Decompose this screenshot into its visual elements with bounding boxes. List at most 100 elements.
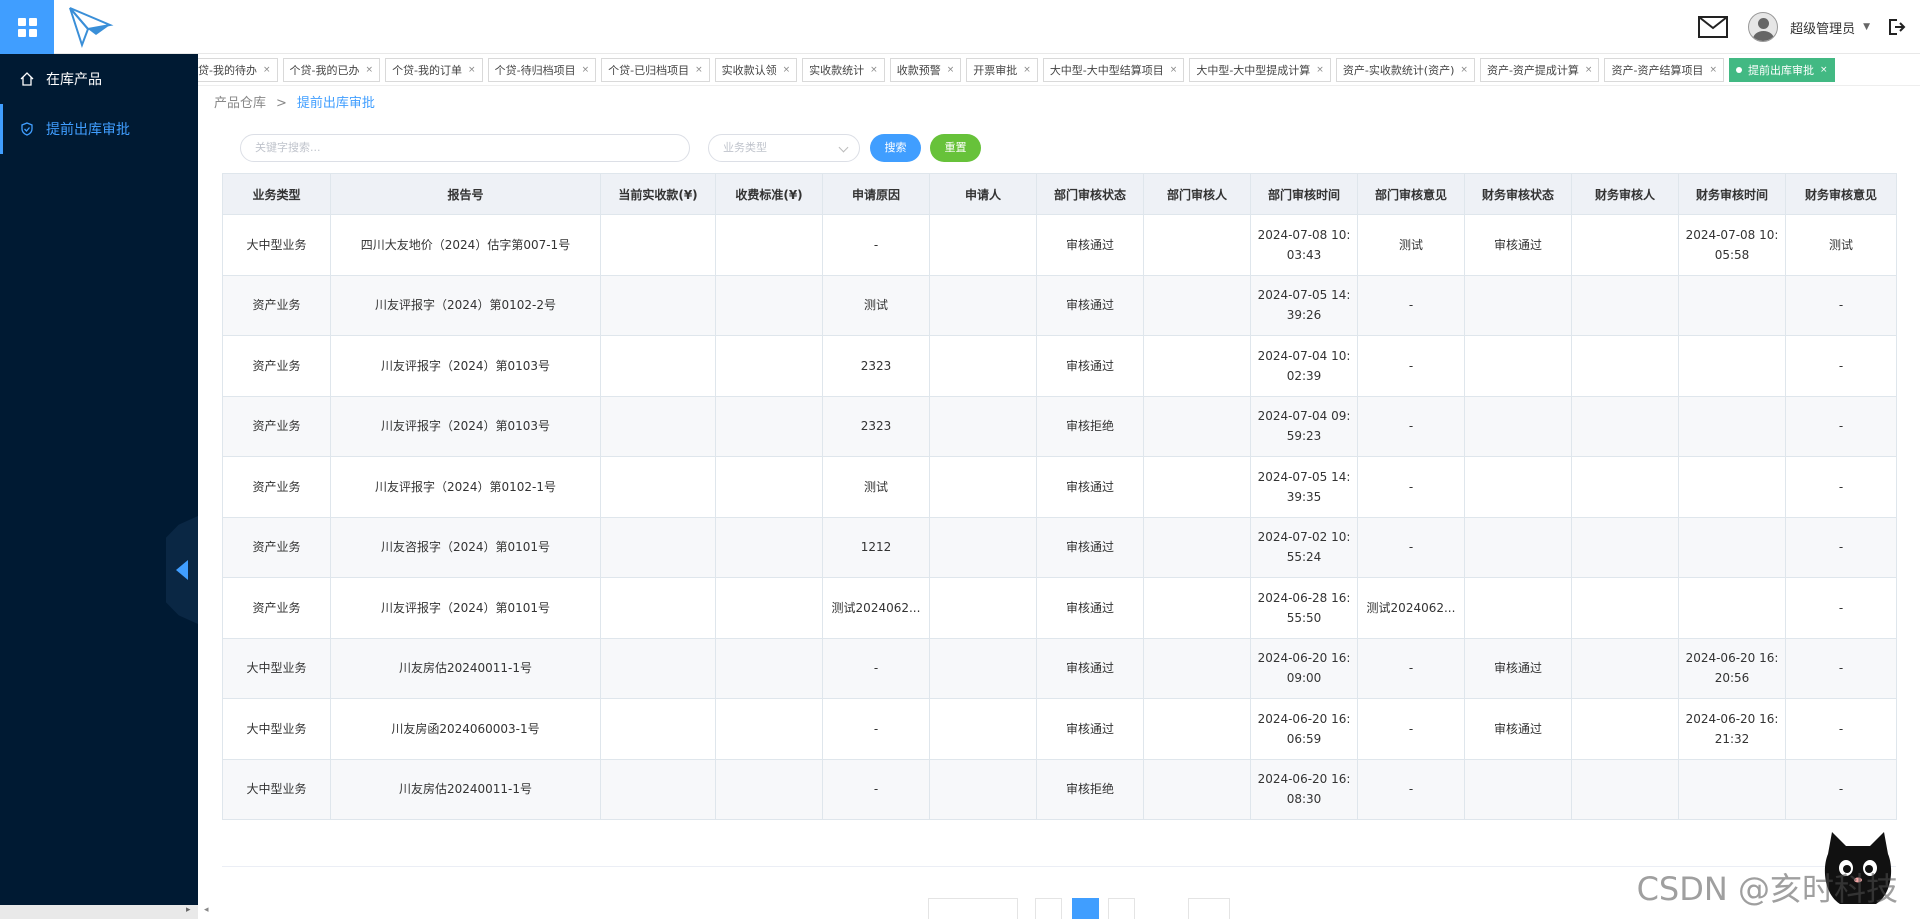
table-cell: 2024-07-04 10:02:39: [1250, 335, 1358, 397]
tab-item[interactable]: 大中型-大中型结算项目 ×: [1042, 58, 1185, 82]
table-row[interactable]: 资产业务 川友评报字（2024）第0102-2号 测试 审核通过 2024-07-05 …: [222, 274, 1897, 336]
keyword-search-input[interactable]: 关键字搜索...: [240, 134, 690, 162]
tab-item[interactable]: 实收款认领 ×: [714, 58, 798, 82]
page-button-current[interactable]: [1072, 898, 1099, 919]
tab-item[interactable]: 个贷-已归档项目 ×: [601, 58, 710, 82]
scroll-left-icon[interactable]: ◂: [204, 905, 209, 915]
breadcrumb-parent[interactable]: 产品仓库: [214, 96, 266, 111]
close-icon[interactable]: ×: [263, 65, 271, 75]
sidebar-item-label: 提前出库审批: [46, 122, 130, 138]
tab-item-active[interactable]: 提前出库审批 ×: [1728, 58, 1835, 82]
close-icon[interactable]: ×: [1820, 65, 1828, 75]
chevron-down-icon[interactable]: ▼: [1863, 22, 1870, 32]
sidebar-item-label: 在库产品: [46, 72, 102, 88]
table-cell: [600, 456, 716, 518]
table-row[interactable]: 资产业务 川友评报字（2024）第0101号 测试2024062... 审核通过 202…: [222, 577, 1897, 639]
table-cell: -: [1357, 335, 1465, 397]
close-icon[interactable]: ×: [1316, 65, 1324, 75]
tab-item[interactable]: 资产-实收款统计(资产) ×: [1335, 58, 1475, 82]
table-cell: [1571, 335, 1679, 397]
mail-icon[interactable]: [1698, 16, 1729, 38]
sidebar-item-early-release[interactable]: 提前出库审批: [0, 104, 198, 154]
app-grid-button[interactable]: [0, 0, 54, 54]
table-cell: -: [822, 214, 930, 276]
table-cell: -: [1357, 637, 1465, 699]
table-cell: 测试: [1357, 214, 1465, 276]
table-cell: -: [1785, 637, 1897, 699]
column-header: 申请原因: [822, 173, 930, 215]
breadcrumb-current: 提前出库审批: [296, 96, 375, 111]
logout-icon[interactable]: [1888, 18, 1906, 36]
table-cell: [1464, 516, 1572, 578]
close-icon[interactable]: ×: [366, 65, 374, 75]
table-cell: [1678, 335, 1786, 397]
table-cell: 大中型业务: [222, 214, 331, 276]
table-row[interactable]: 资产业务 川友咨报字（2024）第0101号 1212 审核通过 2024-07-02 …: [222, 516, 1897, 578]
table-cell: 2024-06-20 16:08:30: [1250, 758, 1358, 820]
sidebar-collapse-button[interactable]: [166, 516, 198, 624]
username[interactable]: 超级管理员: [1790, 18, 1855, 37]
table-cell: [929, 456, 1037, 518]
tab-item[interactable]: 个贷-我的已办 ×: [282, 58, 381, 82]
close-icon[interactable]: ×: [468, 65, 476, 75]
table-cell: [1143, 577, 1251, 639]
table-cell: 审核通过: [1036, 335, 1144, 397]
table-cell: 2024-07-08 10:03:43: [1250, 214, 1358, 276]
page-size-select[interactable]: [928, 898, 1018, 919]
table-cell: 资产业务: [222, 274, 331, 336]
tab-item[interactable]: 资产-资产提成计算 ×: [1479, 58, 1600, 82]
table-row[interactable]: 大中型业务 川友房估20240011-1号 - 审核通过 2024-06-20 16:0…: [222, 637, 1897, 699]
table-cell: -: [1357, 516, 1465, 578]
close-icon[interactable]: ×: [783, 65, 791, 75]
table-row[interactable]: 资产业务 川友评报字（2024）第0102-1号 测试 审核通过 2024-07-05 …: [222, 456, 1897, 518]
table-cell: -: [1785, 274, 1897, 336]
close-icon[interactable]: ×: [1023, 65, 1031, 75]
close-icon[interactable]: ×: [582, 65, 590, 75]
tab-item[interactable]: 开票审批 ×: [966, 58, 1038, 82]
horizontal-scrollbar[interactable]: ▸ ◂: [0, 905, 209, 919]
scroll-right-icon[interactable]: ▸: [186, 905, 191, 915]
tab-item[interactable]: 贷-我的待办 ×: [198, 58, 278, 82]
tab-item[interactable]: 个贷-待归档项目 ×: [487, 58, 597, 82]
table-cell: 审核通过: [1036, 577, 1144, 639]
tab-item[interactable]: 实收款统计 ×: [802, 58, 885, 82]
table-cell: 测试2024062...: [1357, 577, 1465, 639]
table-cell: [1464, 395, 1572, 457]
table-cell: -: [1785, 698, 1897, 760]
close-icon[interactable]: ×: [1170, 65, 1178, 75]
table-cell: [1571, 274, 1679, 336]
table-row[interactable]: 资产业务 川友评报字（2024）第0103号 2323 审核通过 2024-07-04 …: [222, 335, 1897, 397]
close-icon[interactable]: ×: [1585, 65, 1593, 75]
table-cell: 2024-06-20 16:21:32: [1678, 698, 1786, 760]
table-row[interactable]: 大中型业务 川友房估20240011-1号 - 审核拒绝 2024-06-20 16:0…: [222, 758, 1897, 820]
tab-item[interactable]: 大中型-大中型提成计算 ×: [1189, 58, 1331, 82]
sidebar-item-in-stock[interactable]: 在库产品: [0, 54, 198, 104]
reset-button[interactable]: 重置: [930, 134, 981, 162]
next-page-button[interactable]: [1108, 898, 1135, 919]
table-row[interactable]: 大中型业务 川友房函2024060003-1号 - 审核通过 2024-06-20 16…: [222, 698, 1897, 760]
close-icon[interactable]: ×: [947, 65, 955, 75]
table-cell: [1143, 274, 1251, 336]
column-header: 部门审核时间: [1250, 173, 1358, 215]
avatar[interactable]: [1748, 12, 1779, 42]
page-jump-input[interactable]: [1188, 898, 1230, 919]
close-icon[interactable]: ×: [1709, 65, 1717, 75]
tab-item[interactable]: 收款预警 ×: [889, 58, 962, 82]
table-row[interactable]: 资产业务 川友评报字（2024）第0103号 2323 审核拒绝 2024-07-04 …: [222, 395, 1897, 457]
search-button[interactable]: 搜索: [870, 134, 921, 162]
close-icon[interactable]: ×: [695, 65, 703, 75]
table-row[interactable]: 大中型业务 四川大友地价（2024）估字第007-1号 - 审核通过 2024-07-0…: [222, 214, 1897, 276]
tab-item[interactable]: 资产-资产结算项目 ×: [1604, 58, 1724, 82]
table-cell: 2024-07-08 10:05:58: [1678, 214, 1786, 276]
prev-page-button[interactable]: [1035, 898, 1062, 919]
table-cell: -: [1785, 335, 1897, 397]
tab-item[interactable]: 个贷-我的订单 ×: [385, 58, 483, 82]
close-icon[interactable]: ×: [1460, 65, 1468, 75]
close-icon[interactable]: ×: [870, 65, 878, 75]
table-cell: [715, 516, 823, 578]
business-type-select[interactable]: 业务类型: [708, 134, 860, 162]
column-header: 当前实收款(¥): [600, 173, 716, 215]
table-cell: [1143, 395, 1251, 457]
table-cell: -: [1357, 395, 1465, 457]
table-cell: 2024-06-20 16:06:59: [1250, 698, 1358, 760]
